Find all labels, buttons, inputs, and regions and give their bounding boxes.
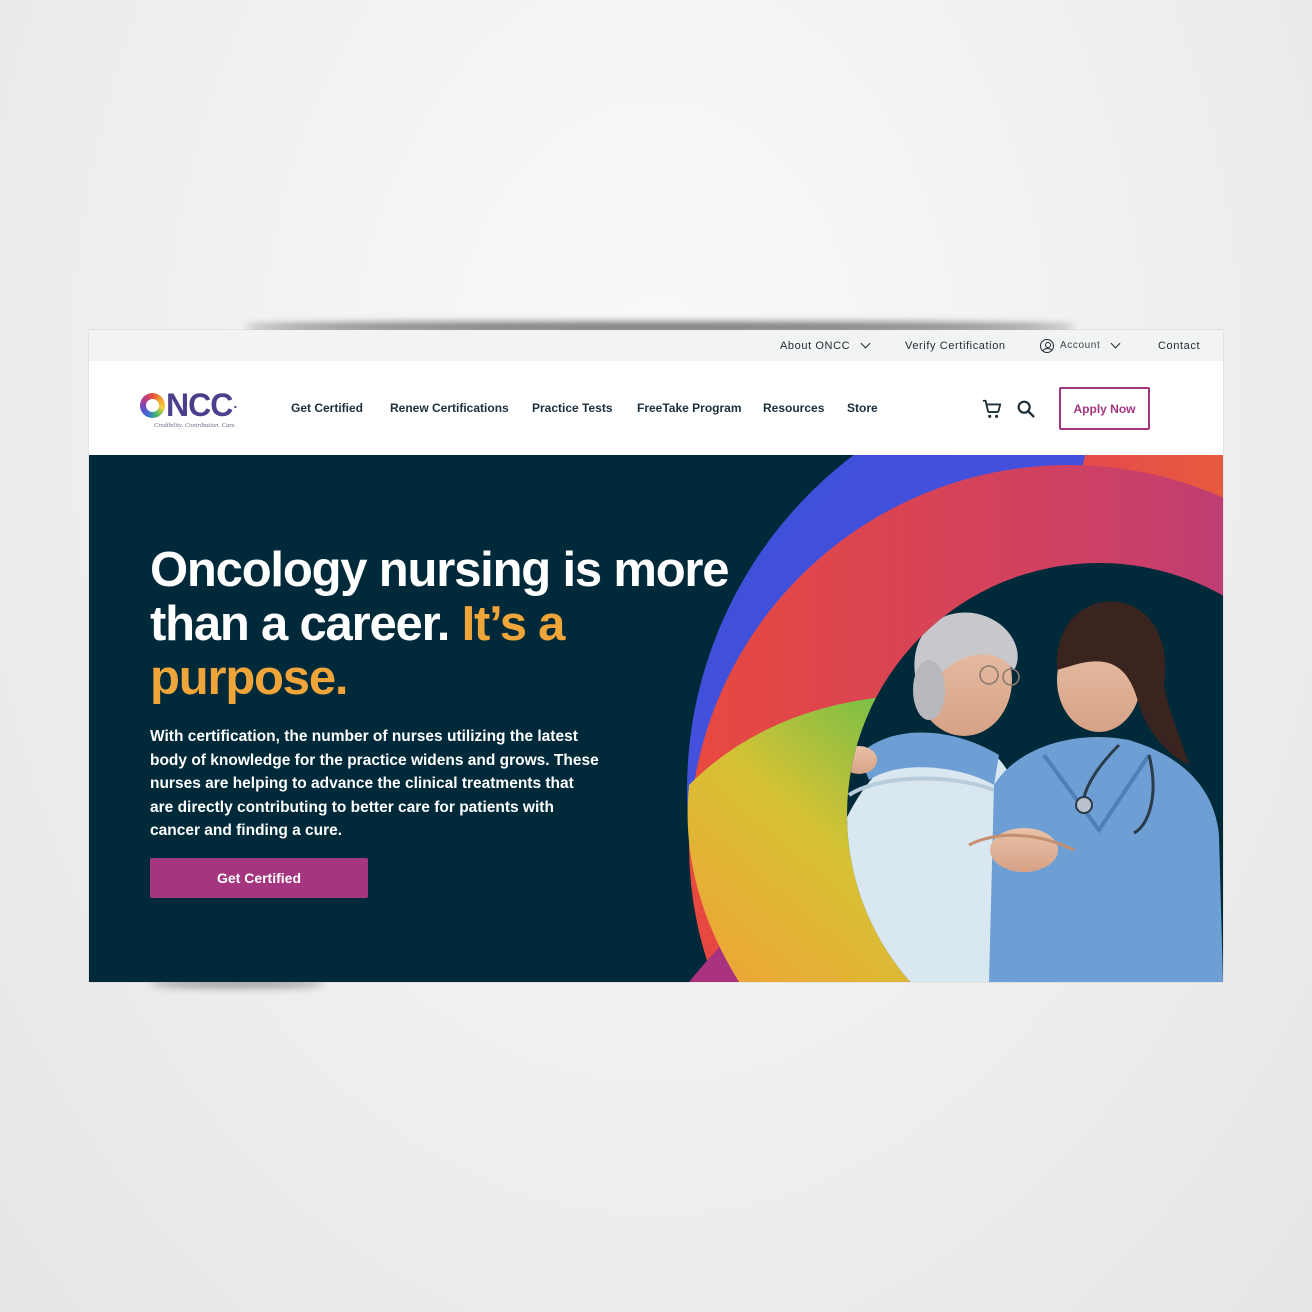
logo-wordmark: NCC . — [140, 387, 250, 421]
utility-account-label: Account — [1060, 340, 1101, 351]
account-icon — [1040, 338, 1054, 353]
hero-body-text: With certification, the number of nurses… — [150, 728, 599, 839]
logo-trademark: . — [233, 395, 237, 411]
logo-ring-icon — [140, 393, 165, 418]
website-screenshot: About ONCC Verify Certification Account … — [89, 330, 1223, 982]
hero-headline: Oncology nursing is more than a career. … — [150, 543, 750, 705]
chevron-down-icon — [1110, 338, 1121, 349]
hero-artwork — [687, 455, 1223, 982]
utility-about-menu[interactable]: About ONCC — [780, 330, 871, 361]
nav-freetake-program[interactable]: FreeTake Program — [637, 361, 742, 455]
nav-store[interactable]: Store — [847, 361, 878, 455]
utility-contact-link[interactable]: Contact — [1158, 330, 1200, 361]
nav-get-certified[interactable]: Get Certified — [291, 361, 363, 455]
utility-bar: About ONCC Verify Certification Account … — [89, 330, 1223, 361]
logo-text: NCC — [166, 387, 233, 423]
nav-practice-tests[interactable]: Practice Tests — [532, 361, 613, 455]
main-header: NCC . Credibility. Contribution. Care. G… — [89, 361, 1223, 455]
nav-resources[interactable]: Resources — [763, 361, 824, 455]
get-certified-button[interactable]: Get Certified — [150, 858, 368, 898]
apply-now-button[interactable]: Apply Now — [1059, 387, 1150, 430]
hero-section: Oncology nursing is more than a career. … — [89, 455, 1223, 982]
oncc-logo[interactable]: NCC . Credibility. Contribution. Care. — [140, 387, 250, 429]
search-icon[interactable] — [1015, 398, 1037, 420]
logo-tagline: Credibility. Contribution. Care. — [154, 422, 237, 429]
cart-icon[interactable] — [981, 398, 1003, 420]
chevron-down-icon — [860, 338, 871, 349]
utility-contact-label: Contact — [1158, 339, 1201, 352]
utility-verify-link[interactable]: Verify Certification — [905, 330, 1006, 361]
utility-verify-label: Verify Certification — [905, 339, 1006, 352]
utility-about-label: About ONCC — [780, 339, 851, 352]
hero-headline-main: Oncology nursing is more than a career. — [150, 543, 730, 651]
utility-account-menu[interactable]: Account — [1040, 330, 1121, 361]
nav-renew-certifications[interactable]: Renew Certifications — [390, 361, 509, 455]
